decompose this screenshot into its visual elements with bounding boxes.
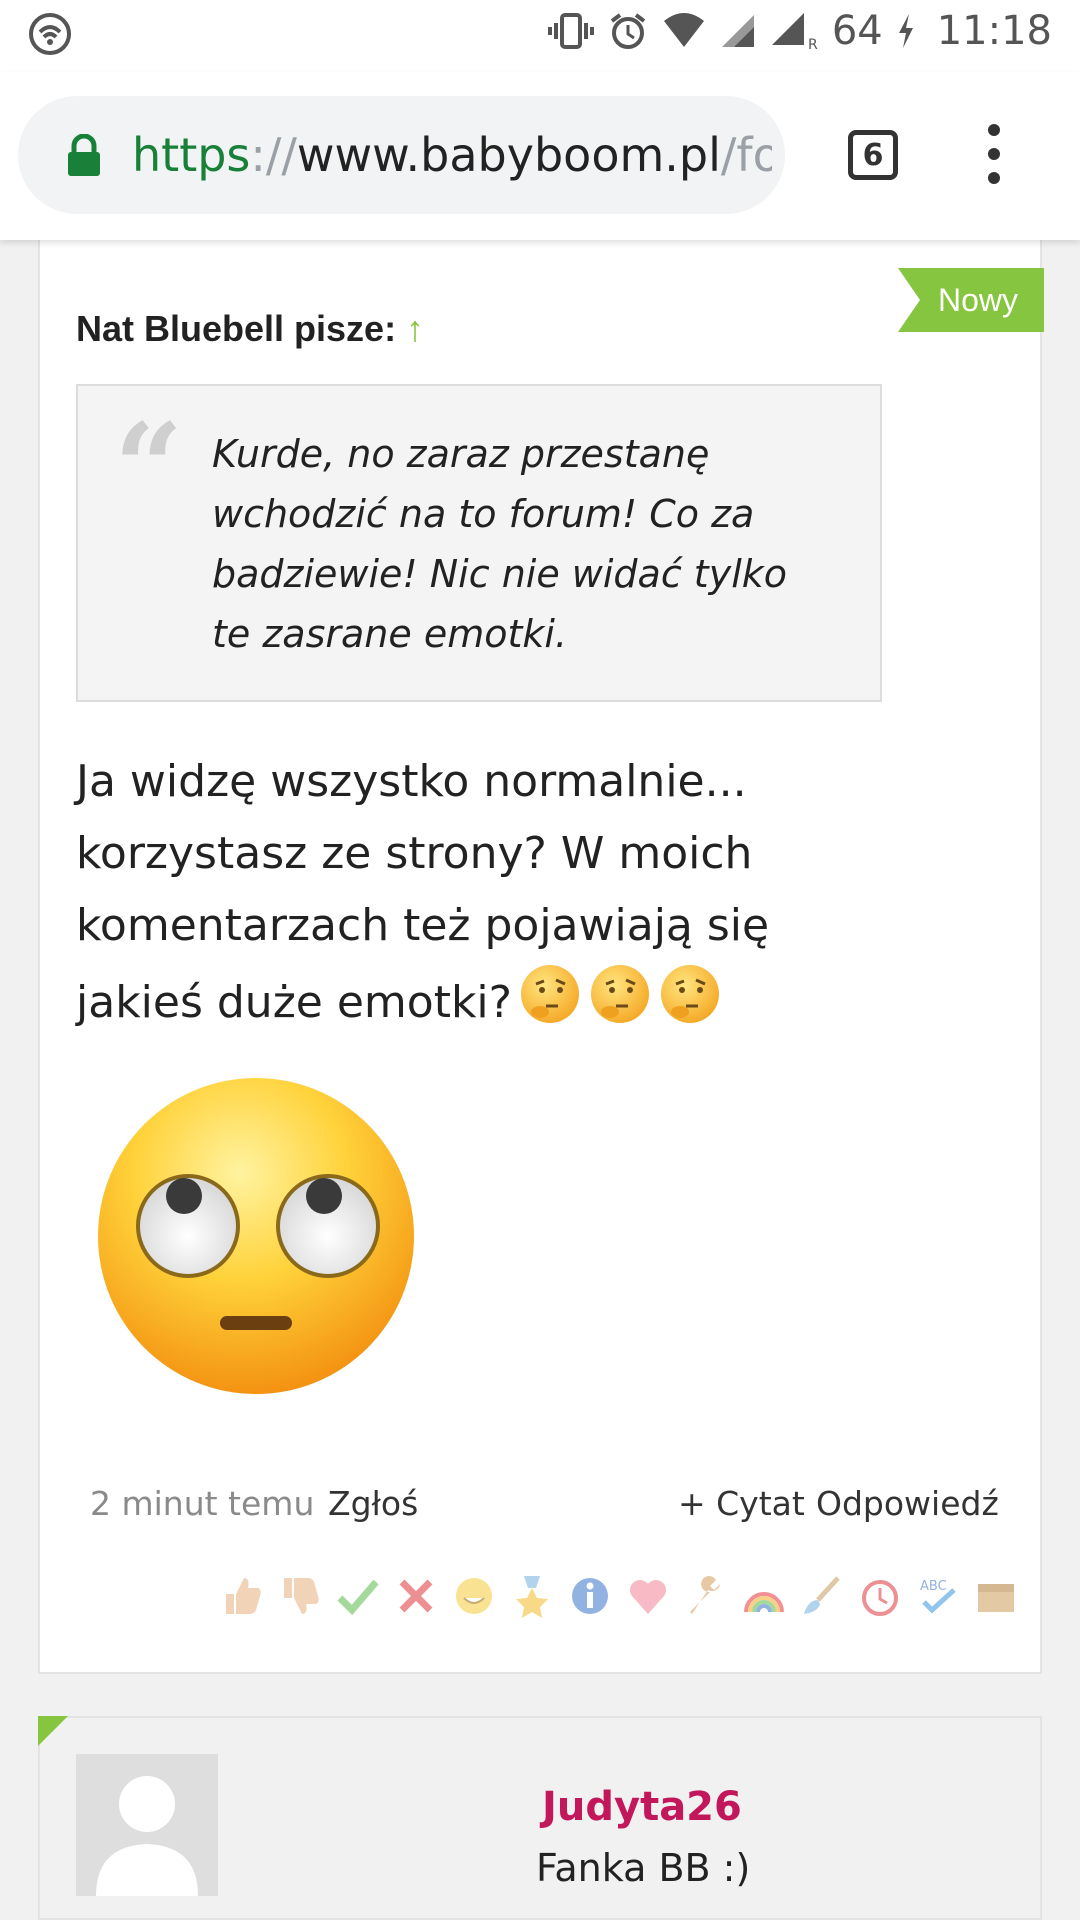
lock-icon (66, 133, 102, 181)
thinking-face-icon (518, 962, 582, 1048)
spellcheck-icon[interactable]: ABC (914, 1572, 962, 1620)
rainbow-icon[interactable] (740, 1572, 788, 1620)
brush-icon[interactable] (798, 1572, 846, 1620)
new-post-corner-marker (38, 1716, 68, 1746)
box-icon[interactable] (972, 1572, 1020, 1620)
signal-roaming-icon: R (770, 11, 818, 51)
jump-to-quote-icon[interactable]: ↑ (406, 308, 424, 349)
svg-text:ABC: ABC (920, 1579, 947, 1594)
cross-icon[interactable] (392, 1572, 440, 1620)
thumbs-up-icon[interactable] (218, 1572, 266, 1620)
clock-time: 11:18 (936, 8, 1052, 54)
quote-button[interactable]: + Cytat (678, 1484, 805, 1523)
status-bar: R 64 11:18 (0, 0, 1080, 72)
avatar[interactable] (76, 1754, 218, 1896)
browser-toolbar: https://www.babyboom.pl/fo 6 (0, 72, 1080, 240)
charging-icon (897, 14, 915, 48)
quote-text: Kurde, no zaraz przestanę wchodzić na to… (212, 432, 788, 656)
report-link[interactable]: Zgłoś (328, 1484, 418, 1523)
quote-author-name: Nat Bluebell pisze: (76, 308, 397, 349)
wifi-icon (662, 13, 706, 49)
quote-author: Nat Bluebell pisze: ↑ (76, 308, 424, 350)
thumbs-down-icon[interactable] (276, 1572, 324, 1620)
url-path: /fo (720, 128, 772, 182)
info-icon[interactable] (566, 1572, 614, 1620)
thinking-face-icon (658, 962, 722, 1048)
heart-icon[interactable] (624, 1572, 672, 1620)
medal-icon[interactable] (508, 1572, 556, 1620)
wrench-icon[interactable] (682, 1572, 730, 1620)
check-icon[interactable] (334, 1572, 382, 1620)
reply-button[interactable]: Odpowiedź (816, 1484, 999, 1523)
post-body: Ja widzę wszystko normalnie... korzystas… (76, 746, 896, 1048)
url-separator: :// (250, 128, 297, 182)
hotspot-icon (28, 12, 72, 61)
alarm-clock-icon[interactable] (856, 1572, 904, 1620)
url-text: https://www.babyboom.pl/fo (132, 128, 772, 182)
url-scheme: https (132, 128, 251, 182)
signal-icon (720, 13, 756, 49)
menu-icon[interactable] (984, 124, 1004, 188)
url-host: www.babyboom.pl (296, 128, 721, 182)
post-username[interactable]: Judyta26 (542, 1784, 742, 1830)
quote-mark-icon: “ (114, 397, 184, 538)
thinking-face-icon (588, 962, 652, 1048)
tab-switcher-button[interactable]: 6 (848, 130, 898, 180)
post-time: 2 minut temu (90, 1484, 315, 1523)
address-bar[interactable]: https://www.babyboom.pl/fo (18, 96, 785, 214)
alarm-icon (608, 11, 648, 51)
rolling-eyes-emoji-icon (96, 1076, 416, 1401)
user-rank: Fanka BB :) (536, 1846, 751, 1890)
svg-text:R: R (808, 37, 818, 51)
vibrate-icon (547, 11, 594, 51)
battery-level: 64 (831, 8, 883, 54)
smile-icon[interactable] (450, 1572, 498, 1620)
quote-block: “ Kurde, no zaraz przestanę wchodzić na … (76, 384, 882, 702)
reaction-bar: ABC (218, 1572, 1020, 1620)
